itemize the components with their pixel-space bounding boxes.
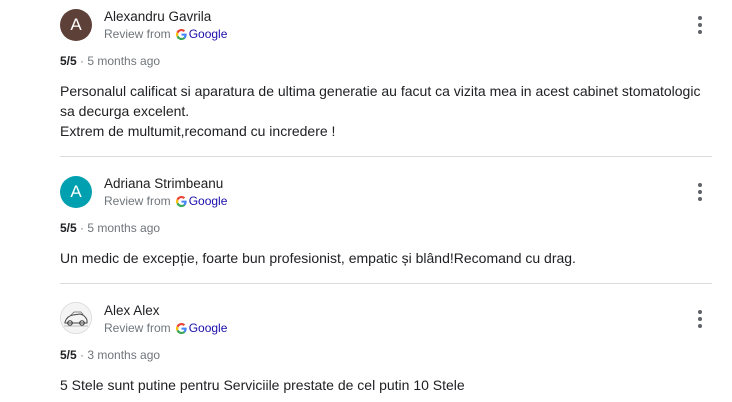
- google-icon: [175, 28, 187, 40]
- google-icon: [175, 195, 187, 207]
- review-date: 5 months ago: [87, 221, 161, 235]
- more-options-button[interactable]: [690, 13, 710, 37]
- review-text-line: Extrem de multumit,recomand cu incredere…: [60, 123, 336, 139]
- review-text: Personalul calificat si aparatura de ult…: [60, 81, 720, 141]
- meta-separator: ·: [76, 221, 88, 235]
- avatar[interactable]: [60, 302, 92, 334]
- review-source-prefix: Review from: [104, 194, 171, 208]
- review-source-prefix: Review from: [104, 321, 171, 335]
- avatar-initial: A: [70, 15, 82, 34]
- review-source-brand[interactable]: Google: [189, 321, 228, 335]
- review-card: A Adriana Strimbeanu Review from Google …: [0, 157, 712, 284]
- reviewer-name[interactable]: Alexandru Gavrila: [104, 9, 211, 24]
- reviewer-name[interactable]: Adriana Strimbeanu: [104, 176, 223, 191]
- review-text-line: Un medic de excepție, foarte bun profesi…: [60, 250, 576, 266]
- google-icon: [175, 322, 187, 334]
- review-source: Review from Google: [104, 194, 227, 208]
- more-vert-icon: [698, 15, 702, 36]
- review-source-brand[interactable]: Google: [189, 27, 228, 41]
- review-meta: 5/5 · 3 months ago: [60, 348, 160, 362]
- reviews-list: A Alexandru Gavrila Review from Google 5…: [0, 0, 732, 402]
- meta-separator: ·: [76, 54, 88, 68]
- review-date: 3 months ago: [87, 348, 161, 362]
- review-text: Un medic de excepție, foarte bun profesi…: [60, 248, 720, 268]
- review-card: A Alexandru Gavrila Review from Google 5…: [0, 0, 712, 157]
- more-vert-icon: [698, 182, 702, 203]
- avatar[interactable]: A: [60, 176, 92, 208]
- review-score: 5/5: [60, 54, 77, 68]
- review-source-prefix: Review from: [104, 27, 171, 41]
- review-text-line: Personalul calificat si aparatura de ult…: [60, 83, 701, 99]
- review-card: Alex Alex Review from Google 5/5 · 3 mon…: [0, 284, 712, 402]
- more-options-button[interactable]: [690, 180, 710, 204]
- more-vert-icon: [698, 309, 702, 330]
- review-score: 5/5: [60, 221, 77, 235]
- avatar[interactable]: A: [60, 9, 92, 41]
- review-source-brand[interactable]: Google: [189, 194, 228, 208]
- review-meta: 5/5 · 5 months ago: [60, 221, 160, 235]
- avatar-initial: A: [70, 182, 82, 201]
- review-source: Review from Google: [104, 321, 227, 335]
- more-options-button[interactable]: [690, 307, 710, 331]
- meta-separator: ·: [76, 348, 88, 362]
- review-text-line: sa decurga excelent.: [60, 103, 190, 119]
- review-meta: 5/5 · 5 months ago: [60, 54, 160, 68]
- reviewer-name[interactable]: Alex Alex: [104, 303, 160, 318]
- review-source: Review from Google: [104, 27, 227, 41]
- car-sketch-icon: [61, 303, 91, 333]
- review-score: 5/5: [60, 348, 77, 362]
- review-text-line: 5 Stele sunt putine pentru Serviciile pr…: [60, 377, 465, 393]
- review-text: 5 Stele sunt putine pentru Serviciile pr…: [60, 375, 720, 395]
- review-date: 5 months ago: [87, 54, 161, 68]
